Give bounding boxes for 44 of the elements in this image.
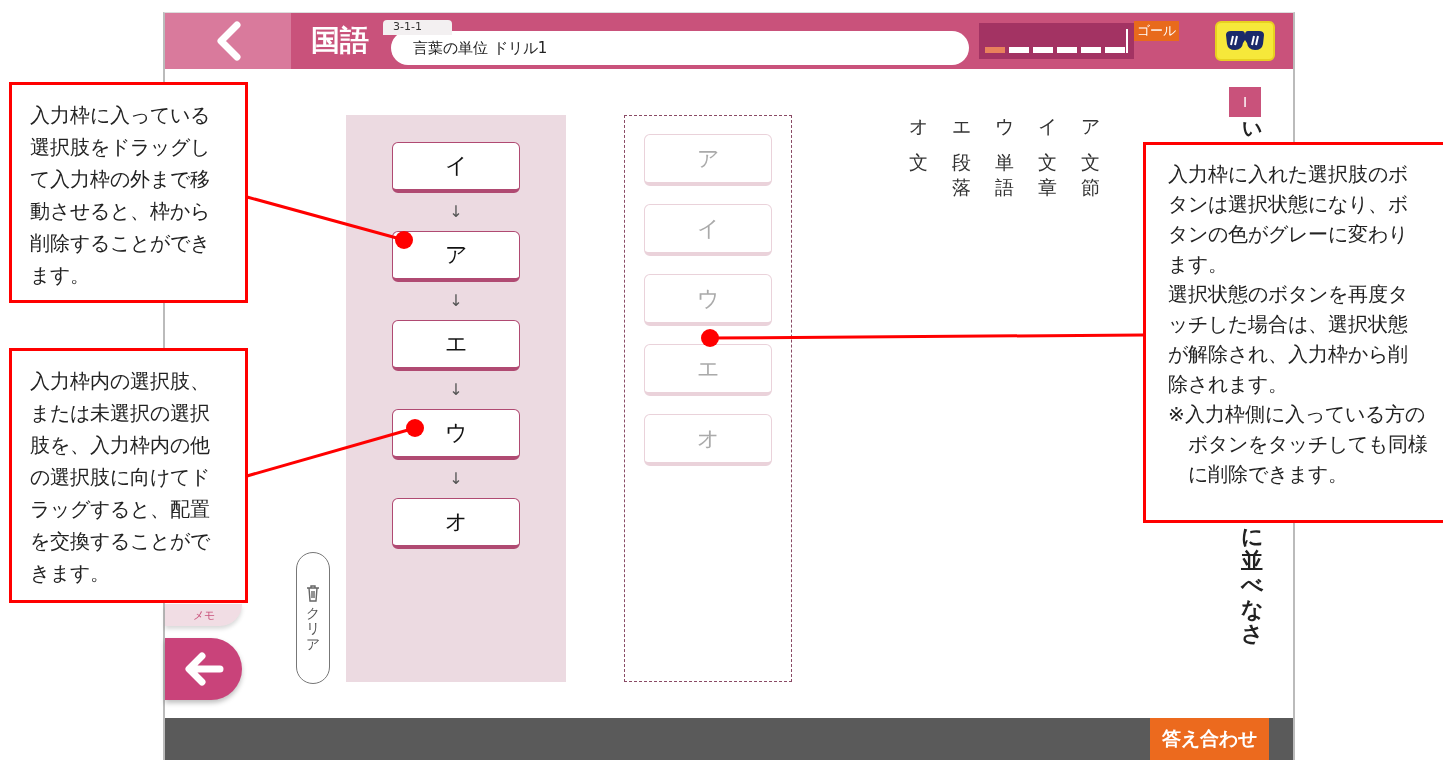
- question-number: I: [1229, 87, 1261, 117]
- arrow-left-icon: [183, 652, 224, 686]
- option-choice[interactable]: イ: [644, 204, 772, 256]
- order-arrow: ↓: [449, 290, 463, 312]
- clear-button[interactable]: クリア: [296, 552, 330, 684]
- option-choice[interactable]: オ: [644, 414, 772, 466]
- choice-letter: オ: [908, 117, 928, 136]
- choice-word: 文章: [1037, 150, 1057, 200]
- choice-word: 段落: [951, 150, 971, 200]
- question-text: に並べなさ: [1241, 525, 1263, 646]
- option-choice[interactable]: エ: [644, 344, 772, 396]
- option-choice[interactable]: ウ: [644, 274, 772, 326]
- glasses-button[interactable]: [1215, 21, 1275, 61]
- choice-letter: ア: [1080, 117, 1100, 136]
- callout-text: 選択状態のボタンを再度タッチした場合は、選択状態が解除され、入力枠から削除されます。: [1168, 281, 1409, 398]
- order-arrow: ↓: [449, 379, 463, 401]
- choice-letter: ウ: [994, 117, 1014, 136]
- goal-label: ゴール: [1134, 21, 1179, 41]
- question-text: い: [1242, 117, 1262, 139]
- callout-text: 入力枠に入っている選択肢をドラッグして入力枠の外まで移動させると、枠から削除することができます。: [30, 102, 211, 289]
- order-arrow: ↓: [449, 468, 463, 490]
- choice-letter: エ: [951, 117, 971, 136]
- lesson-code: 3-1-1: [383, 20, 452, 35]
- back-button[interactable]: [165, 13, 291, 69]
- choice-letter: イ: [1037, 117, 1057, 136]
- choice-word: 単語: [994, 150, 1014, 200]
- choice-word: 文節: [1080, 150, 1100, 200]
- answer-choice[interactable]: オ: [392, 498, 520, 549]
- subject-title: 国語: [311, 22, 369, 59]
- option-choice[interactable]: ア: [644, 134, 772, 186]
- answer-choice[interactable]: ウ: [392, 409, 520, 460]
- trash-icon: [306, 583, 320, 602]
- memo-tab[interactable]: メモ: [165, 604, 242, 626]
- back-button[interactable]: [165, 638, 242, 700]
- order-arrow: ↓: [449, 201, 463, 223]
- check-answer-button[interactable]: 答え合わせ: [1150, 718, 1269, 760]
- lesson-title: 言葉の単位 ドリル1: [391, 31, 969, 65]
- callout-text: 入力枠に入れた選択肢のボタンは選択状態になり、ボタンの色がグレーに変わります。: [1168, 161, 1409, 278]
- answer-choice[interactable]: ア: [392, 231, 520, 282]
- callout-text: 入力枠内の選択肢、または未選択の選択肢を、入力枠内の他の選択肢に向けてドラッグすると、配置を交換することができます。: [30, 368, 211, 587]
- answer-choice[interactable]: エ: [392, 320, 520, 371]
- choice-word: 文: [908, 150, 928, 175]
- callout-text: ※入力枠側に入っている方のボタンをタッチしても同様に削除できます。: [1168, 401, 1429, 488]
- answer-choice[interactable]: イ: [392, 142, 520, 193]
